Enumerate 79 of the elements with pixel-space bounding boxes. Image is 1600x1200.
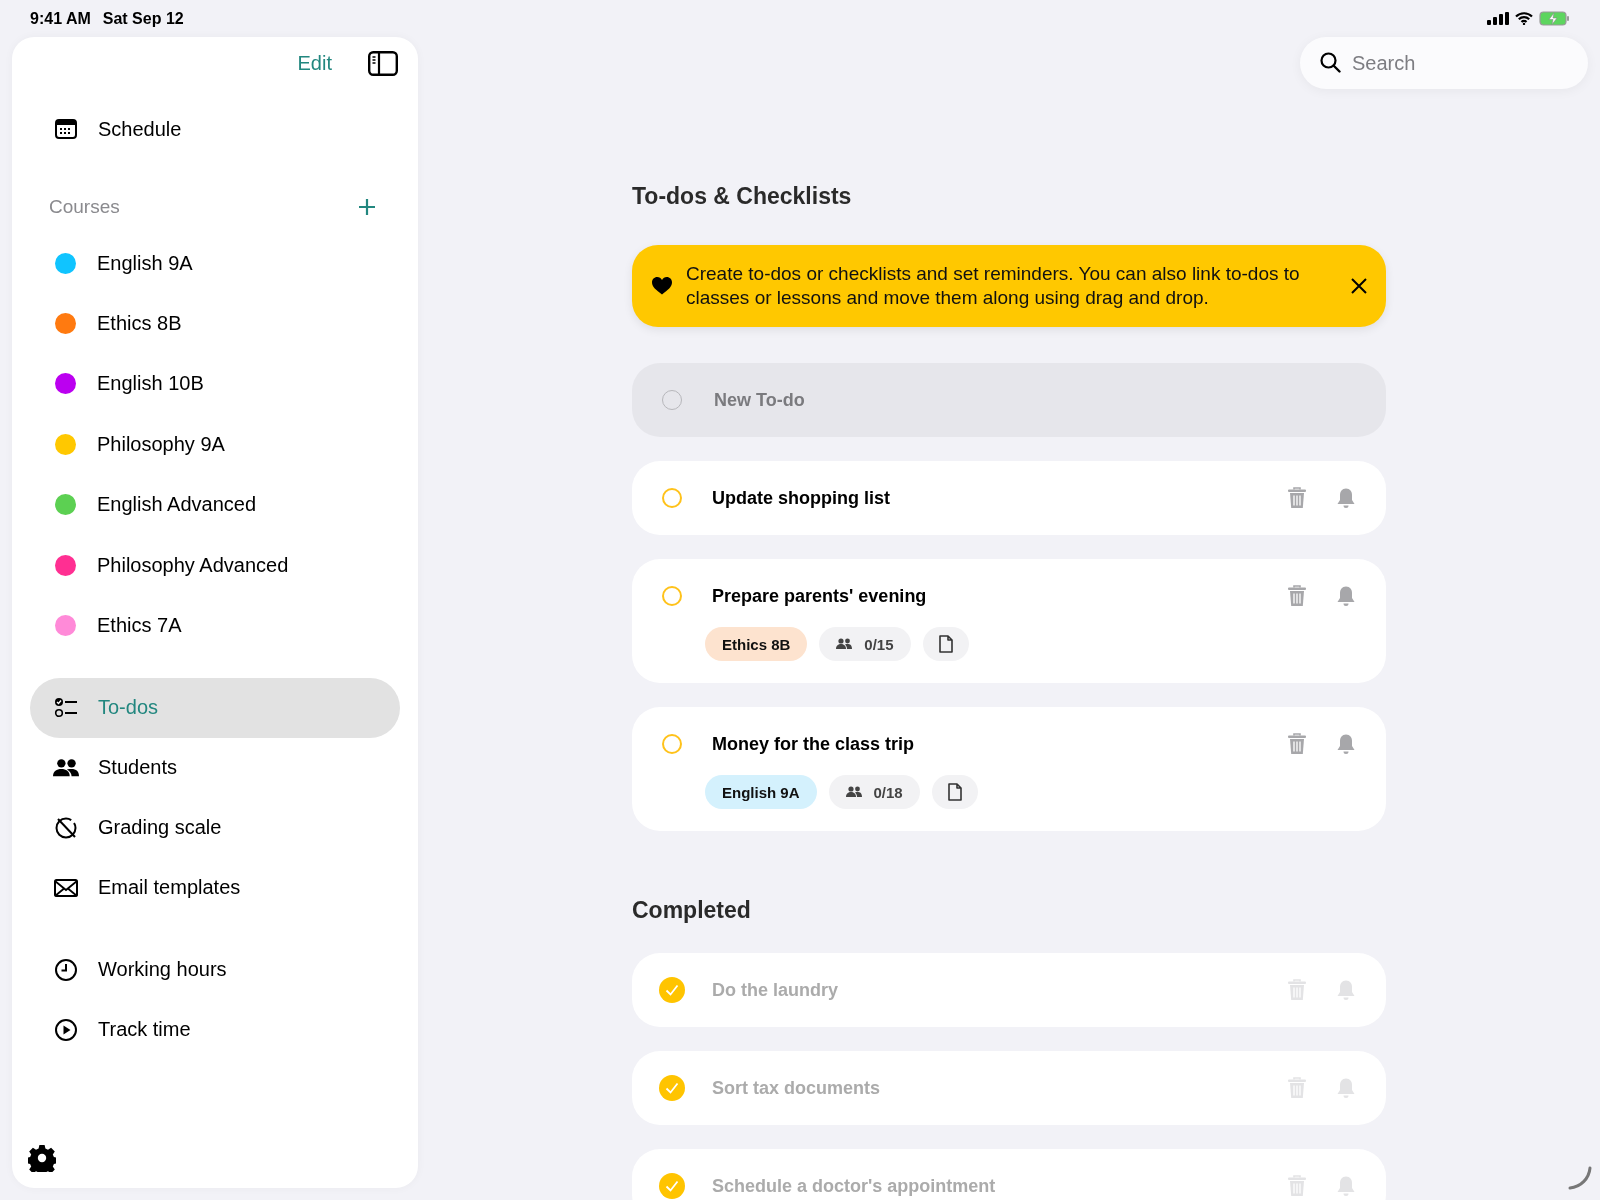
course-tag[interactable]: Ethics 8B [705, 627, 808, 661]
search-field[interactable]: Search [1300, 37, 1588, 89]
sidebar-item[interactable]: Students [30, 737, 400, 798]
checklist-icon [54, 696, 78, 719]
checkbox[interactable] [662, 488, 682, 508]
wifi-icon [1515, 12, 1533, 25]
todo-card[interactable]: Money for the class trip English 9A 0/18 [632, 707, 1386, 831]
plus-icon[interactable] [358, 198, 376, 216]
bell-icon[interactable] [1336, 585, 1356, 607]
todo-title: Prepare parents' evening [712, 585, 928, 607]
bell-icon[interactable] [1336, 733, 1356, 755]
circle-slash-icon [54, 815, 78, 840]
people-icon [845, 786, 862, 798]
student-count-chip[interactable]: 0/15 [819, 627, 911, 661]
sidebar-item[interactable]: Track time [30, 999, 400, 1060]
status-time: 9:41 AM [30, 9, 91, 28]
settings-icon[interactable] [28, 1144, 56, 1172]
document-icon [938, 635, 953, 653]
trash-icon[interactable] [1288, 585, 1306, 607]
search-icon [1320, 52, 1341, 73]
edit-button[interactable]: Edit [297, 51, 332, 75]
trash-icon[interactable] [1288, 1077, 1306, 1099]
course-item[interactable]: Philosophy Advanced [30, 534, 400, 596]
signal-icon [1487, 12, 1509, 25]
bell-icon[interactable] [1336, 979, 1356, 1001]
battery-charging-icon [1539, 11, 1570, 26]
sidebar-item[interactable]: Grading scale [30, 797, 400, 858]
status-date: Sat Sep 12 [102, 9, 184, 28]
spinner-icon [1566, 1166, 1592, 1192]
document-button[interactable] [922, 627, 969, 661]
sidebar-item[interactable]: Working hours [30, 939, 400, 1000]
heart-icon [652, 277, 672, 295]
course-tag[interactable]: English 9A [705, 775, 817, 809]
course-item[interactable]: Philosophy 9A [30, 414, 400, 475]
banner-text: Create to-dos or checklists and set reminders. You can also link to-dos to classes or lessons and move them along using drag and drop. [686, 262, 1301, 310]
people-icon [836, 638, 853, 650]
document-icon [947, 783, 962, 801]
document-button[interactable] [931, 775, 978, 809]
checkbox[interactable] [659, 977, 685, 1003]
section-heading: Completed [632, 896, 752, 925]
play-circle-icon [54, 1017, 78, 1042]
new-todo-field[interactable]: New To-do [632, 363, 1386, 437]
checkbox[interactable] [659, 1075, 685, 1101]
bell-icon[interactable] [1336, 1175, 1356, 1197]
sidebar-toggle-icon[interactable] [368, 50, 398, 76]
course-item[interactable]: Ethics 7A [30, 595, 400, 656]
student-count-chip[interactable]: 0/18 [828, 775, 920, 809]
course-item[interactable]: English 10B [30, 353, 400, 415]
checkbox[interactable] [662, 734, 682, 754]
trash-icon[interactable] [1288, 1175, 1306, 1197]
checkbox[interactable] [659, 1173, 685, 1199]
checkmark-icon [665, 984, 679, 996]
bell-icon[interactable] [1336, 487, 1356, 509]
sidebar-item[interactable]: Schedule [30, 99, 400, 159]
todo-title: Money for the class trip [712, 733, 916, 755]
people-icon [53, 757, 79, 778]
close-icon[interactable] [1350, 277, 1368, 295]
bell-icon[interactable] [1336, 1077, 1356, 1099]
calendar-icon [55, 119, 77, 139]
course-item[interactable]: Ethics 8B [30, 293, 400, 354]
clock-icon [54, 957, 78, 982]
sidebar-item[interactable]: Email templates [30, 857, 400, 918]
envelope-icon [54, 878, 78, 897]
trash-icon[interactable] [1288, 979, 1306, 1001]
todo-title: Update shopping list [712, 487, 891, 509]
checkbox[interactable] [662, 586, 682, 606]
todo-card[interactable]: Prepare parents' evening Ethics 8B 0/15 [632, 559, 1386, 683]
todo-title: Sort tax documents [712, 1077, 882, 1099]
trash-icon[interactable] [1288, 487, 1306, 509]
todo-title: Schedule a doctor's appointment [712, 1175, 997, 1197]
page-title: To-dos & Checklists [632, 182, 853, 211]
section-heading: Courses [49, 196, 120, 218]
course-item[interactable]: English Advanced [30, 474, 400, 535]
todo-title: Do the laundry [712, 979, 839, 1001]
trash-icon[interactable] [1288, 733, 1306, 755]
checkmark-icon [665, 1082, 679, 1094]
checkmark-icon [665, 1180, 679, 1192]
todo-card[interactable]: Update shopping list [632, 461, 1386, 535]
course-item[interactable]: English 9A [30, 233, 400, 294]
